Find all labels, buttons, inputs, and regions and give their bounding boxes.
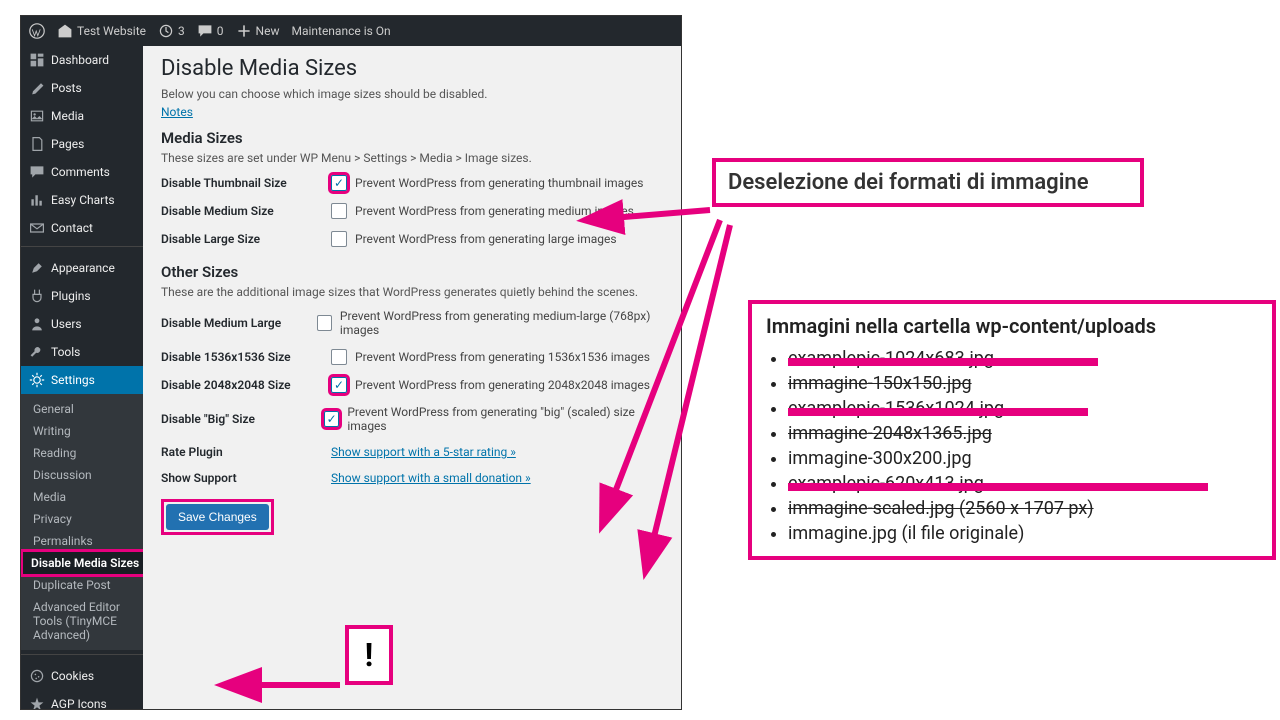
uploads-file: immagine-2048x1365.jpg [788, 421, 1258, 446]
save-highlight: Save Changes [161, 499, 274, 535]
sidebar-item-dashboard[interactable]: Dashboard [21, 46, 143, 74]
checkbox[interactable] [331, 231, 347, 247]
option-row: Disable 1536x1536 SizePrevent WordPress … [161, 343, 663, 371]
rate-link[interactable]: Show support with a 5-star rating » [331, 445, 516, 459]
admin-sidebar: DashboardPostsMediaPagesCommentsEasy Cha… [21, 46, 143, 709]
support-link[interactable]: Show support with a small donation » [331, 471, 531, 485]
checkbox[interactable] [324, 411, 339, 427]
annotation-uploads-title: Immagini nella cartella wp-content/uploa… [766, 314, 1258, 338]
wp-admin-window: Test Website 3 0 New Maintenance is On D… [20, 15, 682, 710]
sidebar-item-media[interactable]: Media [21, 102, 143, 130]
option-label: Disable Thumbnail Size [161, 176, 331, 190]
option-desc: Prevent WordPress from generating medium… [355, 204, 634, 218]
sidebar-item-contact[interactable]: Contact [21, 214, 143, 242]
option-row: Disable Medium Size Prevent WordPress fro… [161, 197, 663, 225]
notes-link[interactable]: Notes [161, 105, 193, 119]
settings-sub-media[interactable]: Media [33, 486, 143, 508]
sidebar-item-comments[interactable]: Comments [21, 158, 143, 186]
uploads-file: examplepic-620x413.jpg [788, 471, 1258, 496]
checkbox[interactable] [317, 315, 332, 331]
uploads-file: immagine-300x200.jpg [788, 446, 1258, 471]
rate-label: Rate Plugin [161, 445, 331, 459]
sidebar-item-users[interactable]: Users [21, 310, 143, 338]
page-title: Disable Media Sizes [161, 56, 663, 81]
settings-sub-privacy[interactable]: Privacy [33, 508, 143, 530]
save-button[interactable]: Save Changes [166, 504, 269, 530]
wp-logo[interactable] [29, 23, 45, 39]
new-content[interactable]: New [236, 23, 280, 39]
option-label: Disable 1536x1536 Size [161, 350, 331, 364]
option-row: Disable Large Size Prevent WordPress from… [161, 225, 663, 253]
settings-sub-general[interactable]: General [33, 398, 143, 420]
option-row: Disable "Big" SizePrevent WordPress from… [161, 399, 663, 439]
media-sizes-heading: Media Sizes [161, 129, 663, 147]
updates[interactable]: 3 [158, 23, 185, 39]
uploads-file: immagine-150x150.jpg [788, 371, 1258, 396]
option-label: Disable 2048x2048 Size [161, 378, 331, 392]
option-row: Disable Thumbnail Size Prevent WordPress … [161, 169, 663, 197]
uploads-file: examplepic-1024x683.jpg [788, 346, 1258, 371]
sidebar-item-easy-charts[interactable]: Easy Charts [21, 186, 143, 214]
settings-sub-duplicate-post[interactable]: Duplicate Post [33, 574, 143, 596]
exclaim-annotation: ! [345, 625, 393, 685]
page-intro: Below you can choose which image sizes s… [161, 87, 663, 101]
uploads-file: immagine.jpg (il file originale) [788, 521, 1258, 546]
option-label: Disable Large Size [161, 232, 331, 246]
site-name[interactable]: Test Website [57, 23, 146, 39]
maintenance-status[interactable]: Maintenance is On [291, 24, 390, 38]
settings-sub-discussion[interactable]: Discussion [33, 464, 143, 486]
sidebar-item-cookies[interactable]: Cookies [21, 662, 143, 690]
sidebar-item-posts[interactable]: Posts [21, 74, 143, 102]
settings-sub-disable-media-sizes[interactable]: Disable Media Sizes [23, 552, 143, 574]
checkbox[interactable] [331, 377, 347, 393]
sidebar-item-settings[interactable]: Settings [21, 366, 143, 394]
sidebar-item-plugins[interactable]: Plugins [21, 282, 143, 310]
annotation-uploads: Immagini nella cartella wp-content/uploa… [748, 300, 1276, 560]
support-label: Show Support [161, 471, 331, 485]
annotation-deselection: Deselezione dei formati di immagine [712, 158, 1144, 207]
checkbox[interactable] [331, 203, 347, 219]
option-row: Disable 2048x2048 SizePrevent WordPress … [161, 371, 663, 399]
settings-sub-permalinks[interactable]: Permalinks [33, 530, 143, 552]
comments-count[interactable]: 0 [197, 23, 224, 39]
option-label: Disable Medium Large [161, 316, 317, 330]
uploads-file: examplepic-1536x1024.jpg [788, 396, 1258, 421]
other-desc: These are the additional image sizes tha… [161, 285, 663, 299]
sidebar-item-agp-icons[interactable]: AGP Icons [21, 690, 143, 709]
option-row: Disable Medium LargePrevent WordPress fr… [161, 303, 663, 343]
checkbox[interactable] [331, 349, 347, 365]
sidebar-item-pages[interactable]: Pages [21, 130, 143, 158]
sidebar-item-tools[interactable]: Tools [21, 338, 143, 366]
admin-bar: Test Website 3 0 New Maintenance is On [21, 16, 681, 46]
media-desc: These sizes are set under WP Menu > Sett… [161, 151, 663, 165]
settings-sub-writing[interactable]: Writing [33, 420, 143, 442]
other-sizes-heading: Other Sizes [161, 263, 663, 281]
settings-sub-advanced-editor-tools-tinymce-advanced-[interactable]: Advanced Editor Tools (TinyMCE Advanced) [33, 596, 143, 646]
option-desc: Prevent WordPress from generating thumbn… [355, 176, 643, 190]
sidebar-item-appearance[interactable]: Appearance [21, 254, 143, 282]
option-desc: Prevent WordPress from generating large … [355, 232, 617, 246]
option-label: Disable "Big" Size [161, 412, 324, 426]
option-label: Disable Medium Size [161, 204, 331, 218]
checkbox[interactable] [331, 175, 347, 191]
uploads-file: immagine-scaled.jpg (2560 x 1707 px) [788, 496, 1258, 521]
settings-sub-reading[interactable]: Reading [33, 442, 143, 464]
